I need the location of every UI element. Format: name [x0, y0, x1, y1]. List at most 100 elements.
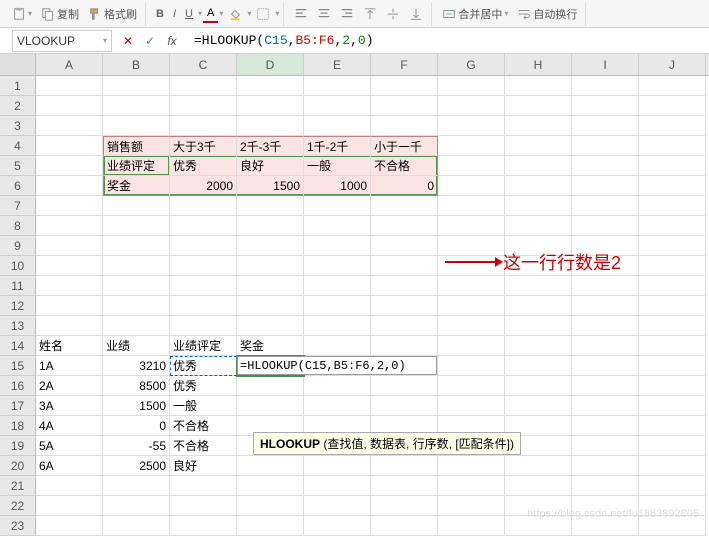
cell[interactable]	[36, 276, 103, 296]
cell[interactable]	[371, 196, 438, 216]
cell[interactable]: 不合格	[170, 436, 237, 456]
cell[interactable]	[371, 236, 438, 256]
cell[interactable]: 0	[371, 176, 438, 196]
font-color-button[interactable]: A	[203, 5, 218, 23]
cell[interactable]	[304, 76, 371, 96]
row-header[interactable]: 15	[0, 356, 36, 376]
cell[interactable]	[36, 296, 103, 316]
cell[interactable]	[36, 76, 103, 96]
cell-c15[interactable]: 优秀	[170, 356, 237, 376]
cell[interactable]: 销售额	[103, 136, 170, 156]
row-header[interactable]: 5	[0, 156, 36, 176]
name-box-caret[interactable]: ▾	[103, 36, 107, 45]
cell[interactable]: 2000	[170, 176, 237, 196]
cell[interactable]	[304, 396, 371, 416]
cell[interactable]: 8500	[103, 376, 170, 396]
cell[interactable]	[438, 476, 505, 496]
cell[interactable]	[639, 176, 706, 196]
cell[interactable]	[572, 356, 639, 376]
cell[interactable]	[371, 316, 438, 336]
cell[interactable]	[371, 116, 438, 136]
cell[interactable]: 6A	[36, 456, 103, 476]
cell[interactable]	[103, 196, 170, 216]
cell[interactable]	[572, 456, 639, 476]
cell[interactable]	[304, 256, 371, 276]
cell[interactable]	[639, 136, 706, 156]
cell[interactable]	[371, 376, 438, 396]
cell[interactable]	[438, 76, 505, 96]
underline-button[interactable]: U	[181, 6, 197, 22]
cell[interactable]	[36, 236, 103, 256]
cell[interactable]	[438, 496, 505, 516]
cell[interactable]	[438, 276, 505, 296]
copy-button[interactable]: 复制	[37, 4, 83, 24]
cell[interactable]	[505, 136, 572, 156]
cell[interactable]: 0	[103, 416, 170, 436]
row-header[interactable]: 7	[0, 196, 36, 216]
cell[interactable]	[237, 76, 304, 96]
col-header-b[interactable]: B	[103, 54, 170, 75]
format-painter-button[interactable]: 格式刷	[84, 4, 141, 24]
cell[interactable]	[505, 196, 572, 216]
row-header[interactable]: 11	[0, 276, 36, 296]
cell[interactable]	[237, 376, 304, 396]
cell[interactable]	[304, 196, 371, 216]
col-header-e[interactable]: E	[304, 54, 371, 75]
cell[interactable]	[639, 116, 706, 136]
cell[interactable]	[103, 76, 170, 96]
row-header[interactable]: 1	[0, 76, 36, 96]
cell[interactable]	[639, 396, 706, 416]
cell[interactable]: 业绩评定	[103, 156, 170, 176]
cell[interactable]	[572, 396, 639, 416]
cell[interactable]	[371, 496, 438, 516]
cell[interactable]	[505, 216, 572, 236]
cell[interactable]	[371, 296, 438, 316]
row-header[interactable]: 3	[0, 116, 36, 136]
cell[interactable]	[572, 76, 639, 96]
cell[interactable]	[639, 236, 706, 256]
cell[interactable]	[639, 456, 706, 476]
cell[interactable]	[505, 156, 572, 176]
row-header[interactable]: 6	[0, 176, 36, 196]
cell[interactable]	[36, 256, 103, 276]
cell[interactable]	[438, 296, 505, 316]
cell[interactable]	[103, 276, 170, 296]
cell[interactable]	[170, 276, 237, 296]
cell[interactable]	[304, 296, 371, 316]
cell[interactable]	[36, 496, 103, 516]
col-header-f[interactable]: F	[371, 54, 438, 75]
cell[interactable]	[36, 136, 103, 156]
cell[interactable]	[438, 516, 505, 536]
cell[interactable]	[572, 476, 639, 496]
cell[interactable]	[572, 296, 639, 316]
row-header[interactable]: 4	[0, 136, 36, 156]
row-header[interactable]: 2	[0, 96, 36, 116]
select-all-corner[interactable]	[0, 54, 36, 75]
cell[interactable]: 3210	[103, 356, 170, 376]
cell[interactable]	[639, 376, 706, 396]
cell[interactable]: -55	[103, 436, 170, 456]
cell[interactable]	[36, 316, 103, 336]
cell[interactable]	[438, 316, 505, 336]
cell[interactable]	[103, 296, 170, 316]
cell[interactable]	[572, 216, 639, 236]
cell[interactable]	[505, 296, 572, 316]
cell[interactable]	[438, 156, 505, 176]
cell[interactable]: 优秀	[170, 156, 237, 176]
cell[interactable]	[371, 216, 438, 236]
row-header[interactable]: 16	[0, 376, 36, 396]
paste-button[interactable]: ▾	[8, 5, 36, 23]
cell[interactable]: 姓名	[36, 336, 103, 356]
cell[interactable]: 业绩	[103, 336, 170, 356]
cell[interactable]	[438, 456, 505, 476]
row-header[interactable]: 20	[0, 456, 36, 476]
cell[interactable]	[304, 236, 371, 256]
cell[interactable]	[237, 316, 304, 336]
cell[interactable]	[572, 156, 639, 176]
cell[interactable]	[572, 136, 639, 156]
cell[interactable]	[237, 456, 304, 476]
cell[interactable]	[170, 316, 237, 336]
cell[interactable]	[36, 516, 103, 536]
cell[interactable]	[304, 376, 371, 396]
cell[interactable]: 奖金	[237, 336, 304, 356]
